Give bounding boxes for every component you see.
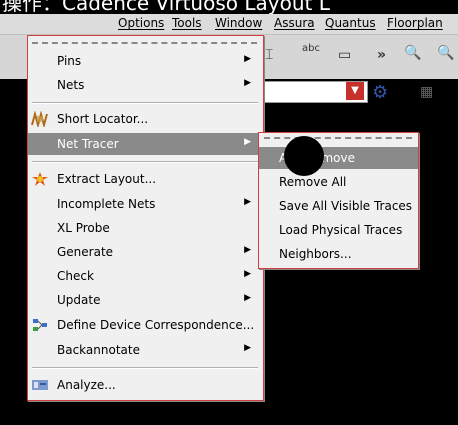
- submenu-arrow-icon: ▶: [244, 293, 251, 303]
- menu-item-label: Analyze...: [57, 378, 116, 392]
- window-title: 操作：Cadence Virtuoso Layout L: [0, 0, 458, 14]
- menu-item-label: Net Tracer: [57, 137, 119, 151]
- menu-quantus[interactable]: Quantus: [325, 16, 376, 30]
- menu-item-nets[interactable]: Nets ▶: [28, 74, 263, 96]
- menu-item-extract-layout[interactable]: Extract Layout...: [28, 168, 263, 190]
- menu-separator: [32, 367, 258, 369]
- menu-item-net-tracer[interactable]: Net Tracer ▶: [28, 133, 263, 155]
- menu-item-label: Check: [57, 269, 94, 283]
- submenu-arrow-icon: ▶: [244, 269, 251, 279]
- menu-item-label: Define Device Correspondence...: [57, 318, 255, 332]
- zoom-in-icon[interactable]: 🔍: [404, 45, 421, 61]
- submenu-arrow-icon: ▶: [244, 54, 251, 64]
- menu-item-pins[interactable]: Pins ▶: [28, 50, 263, 72]
- device-correspondence-icon: [33, 319, 47, 331]
- menu-item-short-locator[interactable]: Short Locator...: [28, 108, 263, 130]
- pin-tool-icon[interactable]: ⌶: [265, 47, 273, 63]
- submenu-item-neighbors[interactable]: Neighbors...: [259, 243, 418, 265]
- submenu-item-add-remove[interactable]: Add/Remove: [259, 147, 418, 169]
- menu-item-generate[interactable]: Generate ▶: [28, 241, 263, 263]
- gear-icon[interactable]: ⚙: [372, 82, 388, 103]
- menu-assura[interactable]: Assura: [274, 16, 315, 30]
- menu-item-update[interactable]: Update ▶: [28, 289, 263, 311]
- menubar: Options Tools Window Assura Quantus Floo…: [0, 14, 458, 35]
- verify-menu: Pins ▶ Nets ▶ Short Locator... Net Trace…: [27, 35, 264, 401]
- analyze-icon: [32, 380, 48, 390]
- menu-separator: [32, 161, 258, 163]
- menu-item-analyze[interactable]: Analyze...: [28, 374, 263, 396]
- menu-item-label: Short Locator...: [57, 112, 149, 126]
- menu-item-label: Incomplete Nets: [57, 197, 156, 211]
- more-tools-icon[interactable]: »: [377, 47, 386, 63]
- menu-item-label: Nets: [57, 78, 85, 92]
- menu-tools[interactable]: Tools: [172, 16, 202, 30]
- menu-item-label: Neighbors...: [279, 247, 352, 261]
- submenu-arrow-icon: ▶: [244, 245, 251, 255]
- menu-item-incomplete-nets[interactable]: Incomplete Nets ▶: [28, 193, 263, 215]
- tear-off-line[interactable]: [32, 42, 257, 44]
- submenu-arrow-icon: ▶: [244, 137, 251, 147]
- menu-options[interactable]: Options: [118, 16, 164, 30]
- submenu-item-load-physical-traces[interactable]: Load Physical Traces: [259, 219, 418, 241]
- submenu-item-remove-all[interactable]: Remove All: [259, 171, 418, 193]
- menu-separator: [32, 102, 258, 104]
- menu-item-label: Save All Visible Traces: [279, 199, 413, 213]
- menu-item-label: Update: [57, 293, 101, 307]
- extract-layout-icon: [32, 172, 48, 186]
- submenu-arrow-icon: ▶: [244, 197, 251, 207]
- short-locator-icon: [31, 111, 48, 127]
- chevron-down-icon[interactable]: ▼: [346, 82, 364, 100]
- via-tool-icon[interactable]: ▭: [338, 47, 351, 63]
- menu-item-backannotate[interactable]: Backannotate ▶: [28, 339, 263, 361]
- menu-item-label: Pins: [57, 54, 82, 68]
- menu-window[interactable]: Window: [215, 16, 262, 30]
- submenu-item-save-all-visible-traces[interactable]: Save All Visible Traces: [259, 195, 418, 217]
- abc-label-icon[interactable]: abc: [302, 43, 320, 54]
- net-tracer-submenu: Add/Remove Remove All Save All Visible T…: [258, 132, 419, 269]
- tear-off-line[interactable]: [264, 137, 412, 139]
- menu-item-check[interactable]: Check ▶: [28, 265, 263, 287]
- menu-item-label: Remove All: [279, 175, 347, 189]
- submenu-arrow-icon: ▶: [244, 78, 251, 88]
- menu-item-label: Backannotate: [57, 343, 140, 357]
- menu-item-define-device-correspondence[interactable]: Define Device Correspondence...: [28, 314, 263, 336]
- zoom-out-icon[interactable]: 🔍: [437, 45, 454, 61]
- menu-item-label: Generate: [57, 245, 114, 259]
- menu-item-label: Load Physical Traces: [279, 223, 403, 237]
- menu-item-label: XL Probe: [57, 221, 110, 235]
- menu-item-label: Extract Layout...: [57, 172, 157, 186]
- submenu-arrow-icon: ▶: [244, 343, 251, 353]
- mouse-cursor-indicator: [284, 136, 324, 176]
- menu-floorplan[interactable]: Floorplan: [387, 16, 443, 30]
- menu-item-xl-probe[interactable]: XL Probe: [28, 217, 263, 239]
- grid-icon[interactable]: ▦: [420, 84, 433, 100]
